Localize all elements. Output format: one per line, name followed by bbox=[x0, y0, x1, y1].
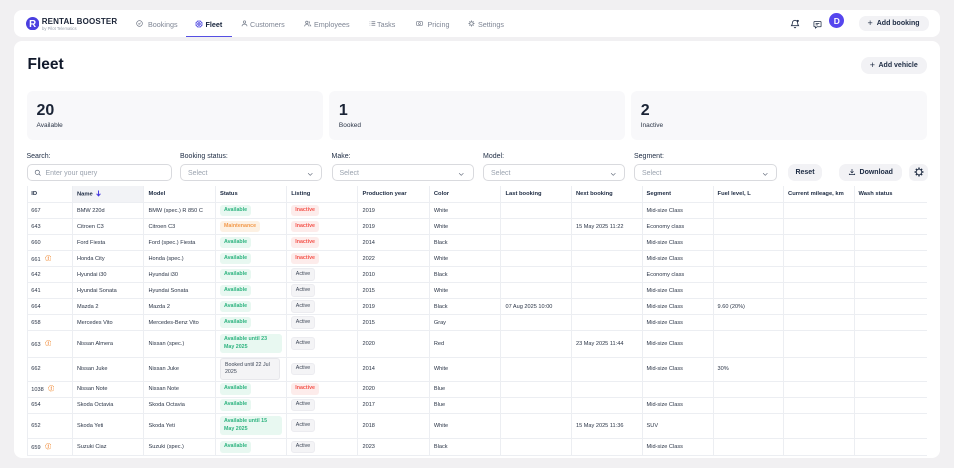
svg-text:R: R bbox=[29, 19, 36, 30]
